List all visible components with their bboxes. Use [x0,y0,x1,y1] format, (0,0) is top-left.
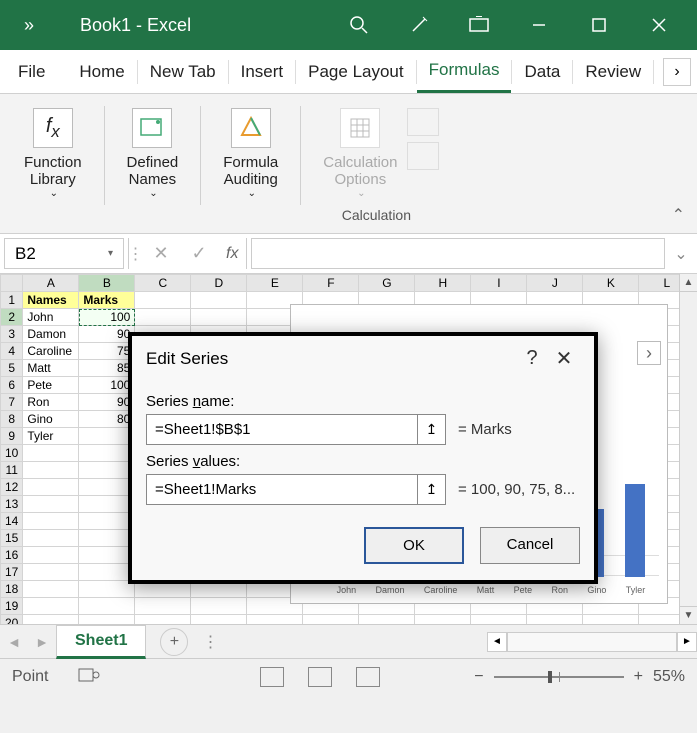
series-values-label: Series values: [146,453,580,470]
scroll-down-icon[interactable]: ▼ [680,606,697,624]
menu-review[interactable]: Review [573,52,653,92]
ribbon: fx Function Library⌄ Defined Names⌄ Form… [0,94,697,234]
window-title: Book1 - Excel [80,15,191,36]
titlebar: » Book1 - Excel [0,0,697,50]
search-icon[interactable] [329,0,389,50]
add-sheet-button[interactable]: + [160,628,188,656]
formula-bar: B2▾ ⋮ ✕ ✓ fx ⌄ [0,234,697,274]
calculation-options-button: Calculation Options⌄ [313,102,407,205]
range-selector-button[interactable]: ↥ [417,415,445,444]
sheet-tabs: ◄ ► Sheet1 + ⋮ ◄ ► [0,624,697,658]
close-button[interactable] [629,0,689,50]
present-icon[interactable] [449,0,509,50]
calc-sheet-icon [407,142,439,170]
macro-record-icon[interactable] [78,665,100,688]
zoom-in-button[interactable]: + [634,668,643,686]
minimize-button[interactable] [509,0,569,50]
formula-input[interactable] [251,238,665,269]
calc-group-label: Calculation [342,207,411,229]
more-commands-icon[interactable]: » [8,15,50,36]
series-values-preview: = 100, 90, 75, 8... [458,481,575,498]
view-normal-icon[interactable] [260,667,284,687]
menu-overflow-button[interactable]: › [663,58,691,86]
formula-expand-icon[interactable]: ⌄ [669,238,693,269]
series-name-preview: = Marks [458,421,512,438]
function-library-button[interactable]: fx Function Library⌄ [14,102,92,205]
calc-now-icon [407,108,439,136]
zoom-slider[interactable] [494,676,624,678]
wand-icon[interactable] [389,0,449,50]
menu-insert[interactable]: Insert [229,52,296,92]
fx-sep: ⋮ [128,238,142,269]
defined-names-button[interactable]: Defined Names⌄ [117,102,189,205]
dialog-title: Edit Series [146,349,228,369]
statusbar: Point − + 55% [0,658,697,694]
sheet-nav-next[interactable]: ► [28,634,56,650]
sheet-tab-active[interactable]: Sheet1 [56,625,146,659]
calc-options-icon [340,108,380,148]
status-mode: Point [12,668,48,686]
cancel-button[interactable]: Cancel [480,527,580,564]
edit-series-dialog: Edit Series ? ✕ Series name: ↥ = Marks S… [128,332,598,584]
accept-formula-icon[interactable]: ✓ [180,234,218,273]
tab-handle-icon[interactable]: ⋮ [202,632,219,652]
zoom-level[interactable]: 55% [653,668,685,686]
scroll-up-icon[interactable]: ▲ [680,274,697,292]
view-pagelayout-icon[interactable] [308,667,332,687]
name-box[interactable]: B2▾ [4,238,124,269]
menu-newtab[interactable]: New Tab [138,52,228,92]
menu-home[interactable]: Home [67,52,136,92]
series-values-input[interactable] [147,475,417,504]
series-name-label: Series name: [146,393,580,410]
formula-auditing-button[interactable]: Formula Auditing⌄ [213,102,288,205]
sheet-nav-prev[interactable]: ◄ [0,634,28,650]
zoom-out-button[interactable]: − [474,668,483,686]
chart-elements-button[interactable]: › [637,341,661,365]
ribbon-collapse-icon[interactable]: ⌃ [672,205,685,225]
series-name-input[interactable] [147,415,417,444]
cancel-formula-icon[interactable]: ✕ [142,234,180,273]
dialog-close-button[interactable]: ✕ [548,346,580,371]
fx-icon: fx [33,108,73,148]
menu-file[interactable]: File [6,52,57,92]
menubar: File Home New Tab Insert Page Layout For… [0,50,697,94]
hscroll-track[interactable] [507,632,677,652]
fx-icon[interactable]: fx [218,238,247,269]
menu-pagelayout[interactable]: Page Layout [296,52,415,92]
hscroll-right-icon[interactable]: ► [677,632,697,652]
view-pagebreak-icon[interactable] [356,667,380,687]
range-selector-button[interactable]: ↥ [417,475,445,504]
name-tag-icon [132,108,172,148]
audit-icon [231,108,271,148]
ok-button[interactable]: OK [364,527,464,564]
hscroll-left-icon[interactable]: ◄ [487,632,507,652]
vertical-scrollbar[interactable]: ▲ ▼ [679,274,697,624]
menu-formulas[interactable]: Formulas [417,50,512,93]
dialog-help-button[interactable]: ? [516,347,548,370]
menu-data[interactable]: Data [512,52,572,92]
maximize-button[interactable] [569,0,629,50]
